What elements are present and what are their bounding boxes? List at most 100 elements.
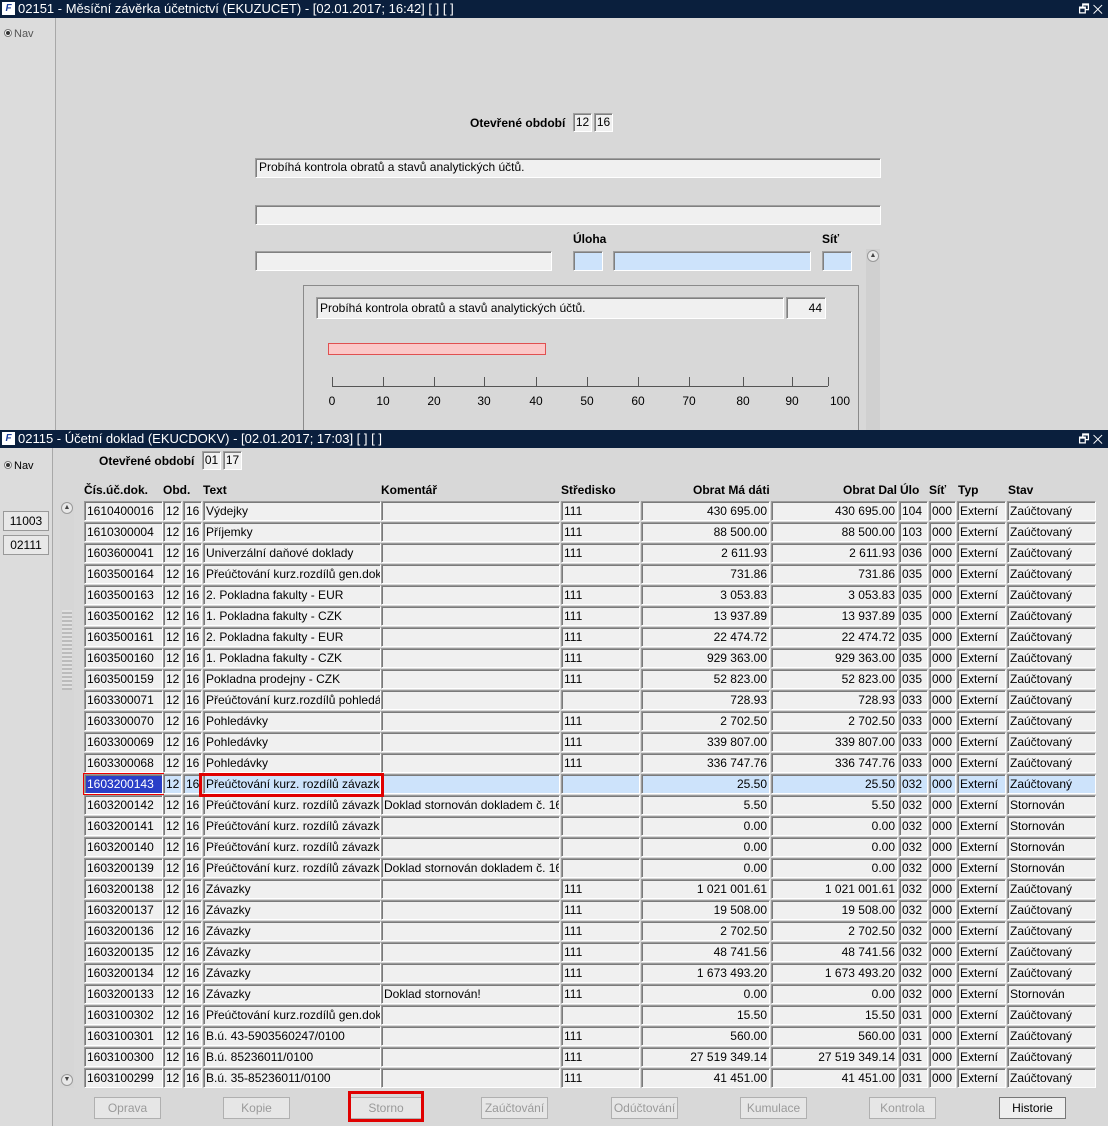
- column-header[interactable]: Středisko: [561, 483, 616, 497]
- table-cell[interactable]: 12: [163, 585, 182, 605]
- table-cell[interactable]: 1603300071: [84, 690, 163, 710]
- table-cell[interactable]: [381, 900, 560, 920]
- table-cell[interactable]: [381, 543, 560, 563]
- table-cell[interactable]: 16: [183, 816, 202, 836]
- uloha-field[interactable]: [573, 251, 603, 271]
- table-cell[interactable]: 41 451.00: [771, 1068, 898, 1088]
- window1-scrollbar[interactable]: ▲: [866, 249, 880, 430]
- table-cell[interactable]: 035: [899, 669, 928, 689]
- table-cell[interactable]: 12: [163, 690, 182, 710]
- table-cell[interactable]: 41 451.00: [641, 1068, 770, 1088]
- table-cell[interactable]: [381, 942, 560, 962]
- table-cell[interactable]: 1603200134: [84, 963, 163, 983]
- column-header[interactable]: Obrat Dal: [843, 483, 897, 497]
- table-cell[interactable]: 48 741.56: [771, 942, 898, 962]
- sit-field[interactable]: [822, 251, 852, 271]
- table-cell[interactable]: Externí: [957, 1047, 1006, 1067]
- table-cell[interactable]: Externí: [957, 732, 1006, 752]
- table-cell[interactable]: 12: [163, 1047, 182, 1067]
- table-cell[interactable]: 16: [183, 963, 202, 983]
- table-cell[interactable]: [381, 606, 560, 626]
- table-cell[interactable]: 16: [183, 921, 202, 941]
- table-cell[interactable]: Přeúčtování kurz.rozdílů pohledávek: [203, 690, 381, 710]
- table-cell[interactable]: 16: [183, 858, 202, 878]
- table-cell[interactable]: 16: [183, 900, 202, 920]
- table-cell[interactable]: 0.00: [641, 984, 770, 1004]
- table-cell[interactable]: Přeúčtování kurz. rozdílů závazků: [203, 858, 381, 878]
- table-cell[interactable]: 0.00: [641, 858, 770, 878]
- table-cell[interactable]: 0.00: [641, 837, 770, 857]
- table-cell[interactable]: Externí: [957, 669, 1006, 689]
- table-cell[interactable]: 111: [561, 648, 640, 668]
- table-cell[interactable]: [381, 1068, 560, 1088]
- table-cell[interactable]: 000: [929, 1026, 956, 1046]
- table-cell[interactable]: 1 021 001.61: [771, 879, 898, 899]
- table-cell[interactable]: Externí: [957, 648, 1006, 668]
- column-header[interactable]: Síť: [929, 483, 946, 497]
- table-cell[interactable]: 16: [183, 522, 202, 542]
- table-cell[interactable]: Přeúčtování kurz. rozdílů závazků: [203, 795, 381, 815]
- table-cell[interactable]: 1603500163: [84, 585, 163, 605]
- table-cell[interactable]: 16: [183, 690, 202, 710]
- table-cell[interactable]: 336 747.76: [641, 753, 770, 773]
- table-cell[interactable]: 13 937.89: [641, 606, 770, 626]
- table-cell[interactable]: 000: [929, 627, 956, 647]
- table-cell[interactable]: 12: [163, 1068, 182, 1088]
- table-cell[interactable]: 16: [183, 732, 202, 752]
- table-cell[interactable]: B.ú. 35-85236011/0100: [203, 1068, 381, 1088]
- table-cell[interactable]: 1610400016: [84, 501, 163, 521]
- empty-field-1[interactable]: [255, 205, 881, 225]
- table-cell[interactable]: Zaúčtovaný: [1007, 1026, 1096, 1046]
- table-cell[interactable]: 1603500160: [84, 648, 163, 668]
- table-cell[interactable]: Zaúčtovaný: [1007, 543, 1096, 563]
- table-cell[interactable]: 1603200137: [84, 900, 163, 920]
- table-cell[interactable]: 16: [183, 627, 202, 647]
- table-cell[interactable]: 000: [929, 732, 956, 752]
- table-cell[interactable]: 1603500161: [84, 627, 163, 647]
- table-cell[interactable]: Zaúčtovaný: [1007, 522, 1096, 542]
- table-cell[interactable]: [381, 522, 560, 542]
- column-header[interactable]: Komentář: [381, 483, 437, 497]
- table-cell[interactable]: 12: [163, 774, 182, 794]
- table-cell[interactable]: 111: [561, 963, 640, 983]
- table-cell[interactable]: Externí: [957, 522, 1006, 542]
- table-cell[interactable]: [561, 795, 640, 815]
- oprava-button[interactable]: Oprava: [94, 1097, 161, 1119]
- table-cell[interactable]: 3 053.83: [641, 585, 770, 605]
- table-cell[interactable]: 000: [929, 816, 956, 836]
- historie-button[interactable]: Historie: [999, 1097, 1066, 1119]
- table-cell[interactable]: 000: [929, 774, 956, 794]
- table-cell[interactable]: 1603200135: [84, 942, 163, 962]
- table-cell[interactable]: 1603200133: [84, 984, 163, 1004]
- table-cell[interactable]: [381, 753, 560, 773]
- table-cell[interactable]: 12: [163, 564, 182, 584]
- table-cell[interactable]: 032: [899, 816, 928, 836]
- table-cell[interactable]: 035: [899, 648, 928, 668]
- table-cell[interactable]: 1603300070: [84, 711, 163, 731]
- table-cell[interactable]: 1603300069: [84, 732, 163, 752]
- table-cell[interactable]: 1603200139: [84, 858, 163, 878]
- table-cell[interactable]: 000: [929, 900, 956, 920]
- table-cell[interactable]: 000: [929, 585, 956, 605]
- table-cell[interactable]: [381, 585, 560, 605]
- table-cell[interactable]: 929 363.00: [771, 648, 898, 668]
- table-cell[interactable]: 1 021 001.61: [641, 879, 770, 899]
- table-cell[interactable]: 560.00: [641, 1026, 770, 1046]
- table-cell[interactable]: 000: [929, 984, 956, 1004]
- table-cell[interactable]: 15.50: [641, 1005, 770, 1025]
- scroll-down-icon[interactable]: ▼: [61, 1074, 73, 1086]
- table-cell[interactable]: 12: [163, 648, 182, 668]
- table-cell[interactable]: 111: [561, 879, 640, 899]
- table-cell[interactable]: 1610300004: [84, 522, 163, 542]
- table-cell[interactable]: 000: [929, 963, 956, 983]
- zauctovani-button[interactable]: Zaúčtování: [481, 1097, 548, 1119]
- table-cell[interactable]: 000: [929, 543, 956, 563]
- table-cell[interactable]: 1603200143: [83, 773, 164, 795]
- table-cell[interactable]: 16: [183, 879, 202, 899]
- table-cell[interactable]: 1603200142: [84, 795, 163, 815]
- table-cell[interactable]: Zaúčtovaný: [1007, 606, 1096, 626]
- empty-field-2[interactable]: [255, 251, 552, 271]
- table-cell[interactable]: 16: [183, 942, 202, 962]
- table-cell[interactable]: Zaúčtovaný: [1007, 1068, 1096, 1088]
- period-year-field[interactable]: 16: [594, 113, 613, 132]
